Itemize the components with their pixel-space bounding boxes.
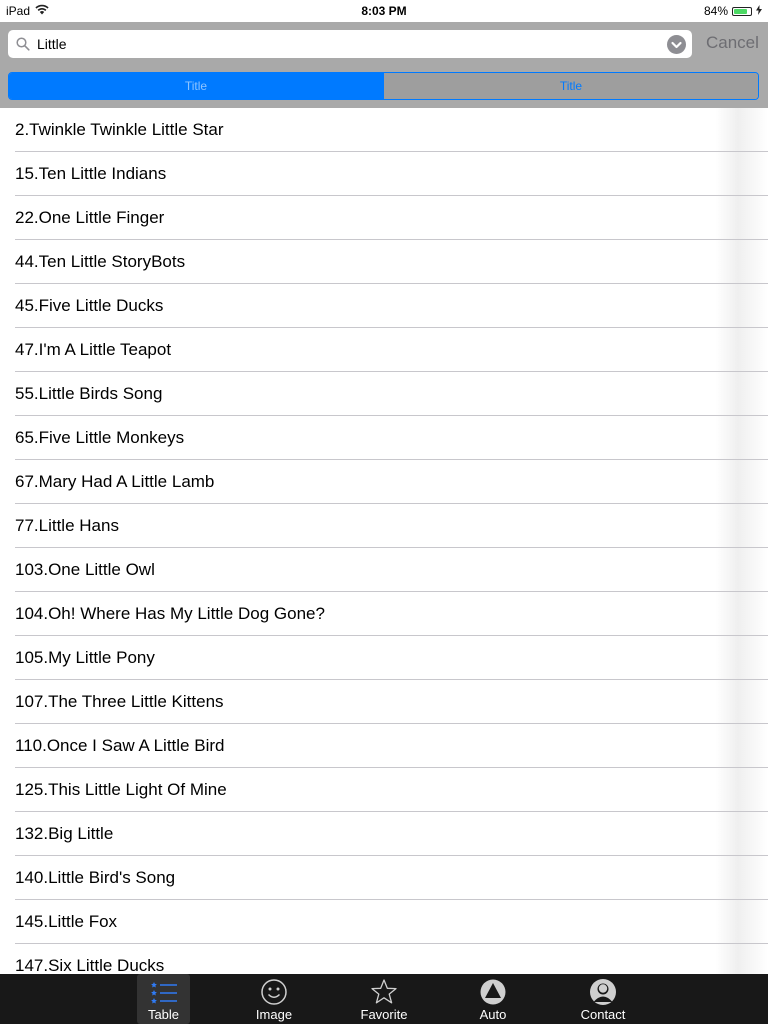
table-row[interactable]: 132.Big Little <box>15 812 768 856</box>
row-title: 44.Ten Little StoryBots <box>15 252 186 271</box>
battery-percent: 84% <box>703 4 728 18</box>
table-row[interactable]: 105.My Little Pony <box>15 636 768 680</box>
tab-label: Auto <box>479 1007 507 1022</box>
table-row[interactable]: 15.Ten Little Indians <box>15 152 768 196</box>
row-title: 55.Little Birds Song <box>15 384 163 403</box>
search-field[interactable]: Little <box>8 30 692 58</box>
tab-label: Table <box>147 1007 180 1022</box>
triangle-up-icon <box>479 978 507 1006</box>
row-title: 105.My Little Pony <box>15 648 155 667</box>
battery-level <box>734 8 748 14</box>
table-row[interactable]: 104.Oh! Where Has My Little Dog Gone? <box>15 592 768 636</box>
row-title: 65.Five Little Monkeys <box>15 428 185 447</box>
search-icon <box>16 37 30 51</box>
row-title: 47.I'm A Little Teapot <box>15 340 172 359</box>
row-title: 22.One Little Finger <box>15 208 165 227</box>
table-row[interactable]: 140.Little Bird's Song <box>15 856 768 900</box>
tab-contact[interactable]: Contact <box>574 974 632 1024</box>
table-row[interactable]: 2.Twinkle Twinkle Little Star <box>15 108 768 152</box>
chevron-down-icon <box>671 41 682 49</box>
segment-title-2[interactable]: Title <box>383 73 758 99</box>
table-row[interactable]: 145.Little Fox <box>15 900 768 944</box>
row-title: 125.This Little Light Of Mine <box>15 780 227 799</box>
table-row[interactable]: 107.The Three Little Kittens <box>15 680 768 724</box>
row-title: 77.Little Hans <box>15 516 119 535</box>
segmented-control: Title Title <box>8 72 759 100</box>
row-title: 104.Oh! Where Has My Little Dog Gone? <box>15 604 325 623</box>
tab-label: Contact <box>580 1007 626 1022</box>
table-row[interactable]: 125.This Little Light Of Mine <box>15 768 768 812</box>
table-row[interactable]: 110.Once I Saw A Little Bird <box>15 724 768 768</box>
smiley-icon <box>260 978 288 1006</box>
table-row[interactable]: 67.Mary Had A Little Lamb <box>15 460 768 504</box>
table-row[interactable]: 77.Little Hans <box>15 504 768 548</box>
tab-label: Image <box>255 1007 293 1022</box>
row-title: 67.Mary Had A Little Lamb <box>15 472 215 491</box>
row-title: 45.Five Little Ducks <box>15 296 164 315</box>
status-bar: iPad 8:03 PM 84% <box>0 0 768 22</box>
row-title: 145.Little Fox <box>15 912 118 931</box>
tab-image[interactable]: Image <box>244 974 304 1024</box>
row-title: 2.Twinkle Twinkle Little Star <box>15 120 224 139</box>
tab-table[interactable]: Table <box>137 974 190 1024</box>
table-row[interactable]: 103.One Little Owl <box>15 548 768 592</box>
row-title: 140.Little Bird's Song <box>15 868 176 887</box>
tab-favorite[interactable]: Favorite <box>353 974 415 1024</box>
row-title: 132.Big Little <box>15 824 114 843</box>
tab-auto[interactable]: Auto <box>470 974 516 1024</box>
segment-title-1[interactable]: Title <box>9 73 383 99</box>
table-row[interactable]: 55.Little Birds Song <box>15 372 768 416</box>
search-bar: Little Cancel <box>0 22 768 66</box>
table-row[interactable]: 45.Five Little Ducks <box>15 284 768 328</box>
table-row[interactable]: 147.Six Little Ducks <box>15 944 768 974</box>
list-icon <box>150 978 178 1006</box>
row-title: 15.Ten Little Indians <box>15 164 167 183</box>
row-title: 147.Six Little Ducks <box>15 956 165 974</box>
row-title: 103.One Little Owl <box>15 560 155 579</box>
status-time: 8:03 PM <box>361 4 407 18</box>
search-input[interactable]: Little <box>37 36 67 52</box>
battery-icon <box>732 6 752 16</box>
row-title: 107.The Three Little Kittens <box>15 692 224 711</box>
clear-search-button[interactable] <box>667 35 686 54</box>
status-right: 84% <box>704 4 762 18</box>
table-row[interactable]: 22.One Little Finger <box>15 196 768 240</box>
results-table: 2.Twinkle Twinkle Little Star 15.Ten Litt… <box>0 108 768 974</box>
tab-bar: Table Image Favorite Auto Contact <box>0 974 768 1024</box>
table-row[interactable]: 65.Five Little Monkeys <box>15 416 768 460</box>
table-row[interactable]: 47.I'm A Little Teapot <box>15 328 768 372</box>
row-title: 110.Once I Saw A Little Bird <box>15 736 225 755</box>
cancel-button[interactable]: Cancel <box>706 33 759 53</box>
charging-icon <box>756 4 762 18</box>
tab-label: Favorite <box>360 1007 408 1022</box>
table-row[interactable]: 44.Ten Little StoryBots <box>15 240 768 284</box>
star-icon <box>370 978 398 1006</box>
person-icon <box>589 978 617 1006</box>
scope-bar: Title Title <box>0 66 768 108</box>
